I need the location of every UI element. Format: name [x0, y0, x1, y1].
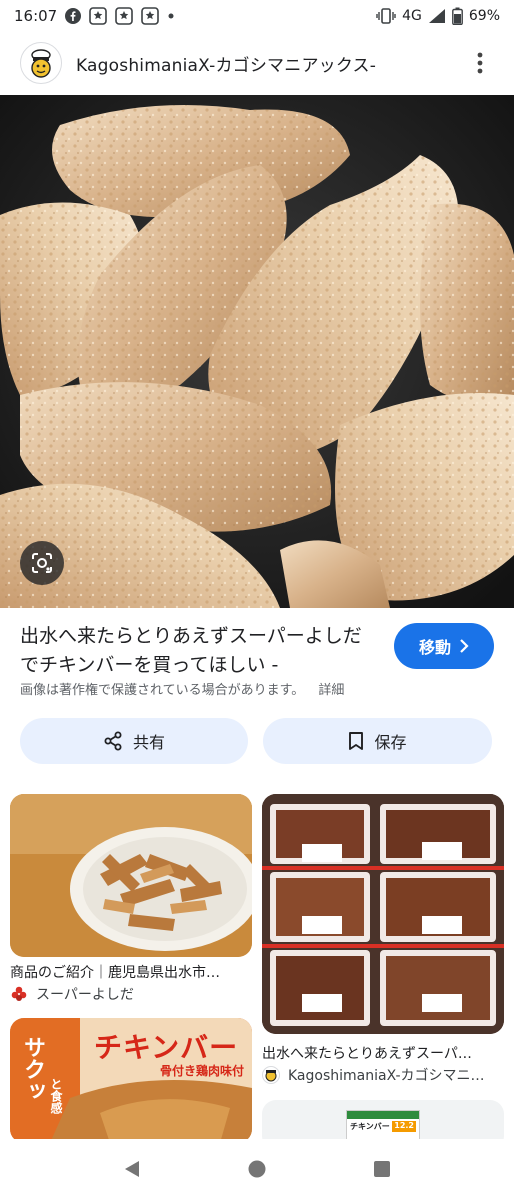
- product-label-text: チキンバー: [350, 1122, 390, 1131]
- share-label: 共有: [132, 733, 165, 752]
- related-source-name: スーパーよしだ: [36, 987, 134, 1003]
- chevron-right-icon: [460, 639, 469, 653]
- app-notification-icon: [89, 7, 108, 25]
- flower-logo-icon: [11, 986, 27, 1001]
- mascot-icon: [265, 1070, 277, 1082]
- supermarket-shelf-photo: [262, 794, 504, 1034]
- related-image[interactable]: チキンバー 骨付き鶏肉味付 サクッ と食感: [10, 1018, 252, 1143]
- related-title[interactable]: 商品のご紹介｜鹿児島県出水市…: [10, 962, 252, 982]
- copyright-text: 画像は著作権で保護されている場合があります。: [20, 683, 305, 698]
- google-lens-icon: [32, 553, 52, 573]
- copyright-notice: 画像は著作権で保護されている場合があります。 詳細: [20, 679, 344, 698]
- chicken-plate-photo: [10, 794, 252, 957]
- save-button[interactable]: 保存: [263, 718, 492, 764]
- related-source-name: KagoshimaniaX-カゴシマニ…: [288, 1068, 485, 1084]
- save-label: 保存: [374, 733, 407, 752]
- system-nav-bar: [0, 1139, 514, 1199]
- ad-side-sub: と食感: [49, 1078, 63, 1114]
- battery-level: 69%: [468, 8, 500, 24]
- ad-sub-text: 骨付き鶏肉味付: [160, 1064, 245, 1078]
- recents-button[interactable]: [362, 1149, 402, 1189]
- network-type: 4G: [402, 8, 422, 24]
- related-image[interactable]: [262, 794, 504, 1034]
- app-notification-icon: [141, 7, 160, 25]
- main-image[interactable]: [0, 95, 514, 608]
- result-title-area: 出水へ来たらとりあえずスーパーよしだでチキンバーを買ってほしい -: [20, 622, 370, 680]
- site-favicon: [10, 985, 28, 1003]
- visit-button[interactable]: 移動: [394, 623, 494, 669]
- source-header: KagoshimaniaX-カゴシマニアックス-: [0, 34, 514, 92]
- lens-search-button[interactable]: [20, 541, 64, 585]
- bookmark-icon: [349, 732, 364, 750]
- battery-icon: [451, 7, 463, 25]
- site-name[interactable]: KagoshimaniaX-カゴシマニアックス-: [76, 51, 376, 76]
- share-button[interactable]: 共有: [20, 718, 248, 764]
- ad-banner-text: チキンバー: [94, 1031, 239, 1064]
- back-button[interactable]: [112, 1149, 152, 1189]
- dot-icon: [167, 12, 175, 20]
- more-options-icon[interactable]: [466, 43, 494, 83]
- fried-chicken-photo: [0, 95, 514, 608]
- visit-label: 移動: [418, 638, 451, 657]
- clock: 16:07: [14, 7, 58, 25]
- site-favicon: [262, 1066, 280, 1084]
- related-title[interactable]: 出水へ来たらとりあえずスーパ…: [262, 1043, 504, 1063]
- home-button[interactable]: [237, 1149, 277, 1189]
- product-badge: 12.2: [392, 1121, 416, 1132]
- recents-square-icon: [373, 1161, 390, 1177]
- result-title[interactable]: 出水へ来たらとりあえずスーパーよしだでチキンバーを買ってほしい -: [20, 622, 370, 680]
- related-image[interactable]: [10, 794, 252, 957]
- status-bar: 16:07 4G 69%: [0, 0, 514, 32]
- site-favicon[interactable]: [20, 42, 62, 84]
- share-icon: [104, 731, 122, 751]
- facebook-icon: [65, 8, 82, 24]
- related-source[interactable]: KagoshimaniaX-カゴシマニ…: [262, 1065, 504, 1085]
- back-triangle-icon: [125, 1161, 140, 1177]
- details-link[interactable]: 詳細: [318, 679, 344, 698]
- mascot-icon: [31, 49, 51, 78]
- ad-side-text: サクッ: [20, 1036, 45, 1102]
- signal-icon: [428, 8, 446, 24]
- vibrate-icon: [376, 8, 396, 24]
- app-notification-icon: [115, 7, 134, 25]
- home-circle-icon: [248, 1160, 266, 1178]
- related-source[interactable]: スーパーよしだ: [10, 984, 252, 1004]
